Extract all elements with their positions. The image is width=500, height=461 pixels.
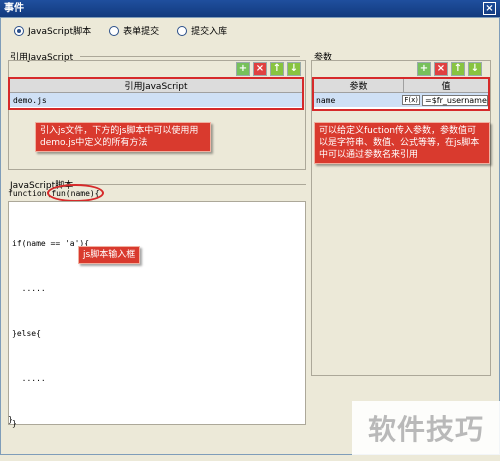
js-ref-toolbar: + × ↑ ↓ xyxy=(236,62,301,76)
radio-selected-icon xyxy=(14,25,24,36)
move-down-icon[interactable]: ↓ xyxy=(468,62,482,76)
radio-submit-db[interactable]: 提交入库 xyxy=(177,24,227,37)
script-code: if(name == 'a'){ ..... }else{ ..... } xyxy=(12,206,89,461)
js-ref-file: demo.js xyxy=(13,95,47,105)
add-icon[interactable]: + xyxy=(236,62,250,76)
params-callout: 可以给定义fuction传入参数，参数值可以是字符串、数值、公式等等，在js脚本… xyxy=(314,122,490,164)
radio-form-submit[interactable]: 表单提交 xyxy=(109,24,159,37)
js-ref-table: 引用JavaScript demo.js xyxy=(8,77,304,110)
window-title: 事件 xyxy=(4,3,24,14)
move-up-icon[interactable]: ↑ xyxy=(451,62,465,76)
params-col-value: 值 xyxy=(441,82,451,92)
radio-form-submit-label: 表单提交 xyxy=(123,27,160,37)
radio-empty-icon xyxy=(109,25,120,36)
radio-submit-db-label: 提交入库 xyxy=(191,27,228,37)
params-row[interactable]: name F(x) =$fr_username xyxy=(314,93,488,107)
js-ref-row[interactable]: demo.js xyxy=(10,93,302,107)
code-line: } xyxy=(12,419,17,428)
radio-javascript-label: JavaScript脚本 xyxy=(28,27,92,37)
watermark: 软件技巧 xyxy=(352,401,500,455)
event-type-radios: JavaScript脚本 表单提交 提交入库 xyxy=(14,24,227,37)
param-value-field[interactable]: =$fr_username xyxy=(422,94,488,106)
add-icon[interactable]: + xyxy=(417,62,431,76)
delete-icon[interactable]: × xyxy=(434,62,448,76)
params-table: 参数 值 name F(x) =$fr_username xyxy=(312,77,490,111)
code-line: ..... xyxy=(12,374,46,383)
js-ref-column-header: 引用JavaScript xyxy=(10,79,302,93)
script-closing-brace: } xyxy=(8,415,13,424)
param-name: name xyxy=(316,95,336,105)
delete-icon[interactable]: × xyxy=(253,62,267,76)
formula-button[interactable]: F(x) xyxy=(402,95,420,105)
close-icon[interactable]: × xyxy=(483,2,496,15)
js-ref-divider xyxy=(80,56,300,57)
script-callout: js脚本输入框 xyxy=(78,246,141,264)
params-header-row: 参数 值 xyxy=(314,79,488,93)
radio-javascript[interactable]: JavaScript脚本 xyxy=(14,24,91,37)
code-line: ..... xyxy=(12,284,46,293)
move-up-icon[interactable]: ↑ xyxy=(270,62,284,76)
move-down-icon[interactable]: ↓ xyxy=(287,62,301,76)
code-line: }else{ xyxy=(12,329,41,338)
script-editor[interactable]: if(name == 'a'){ ..... }else{ ..... } xyxy=(8,201,306,428)
signature-prefix: function( xyxy=(8,189,52,198)
window-title-bar: 事件 × xyxy=(0,0,500,17)
js-ref-callout: 引入js文件，下方的js脚本中可以使用用demo.js中定义的所有方法 xyxy=(35,122,211,152)
highlight-ellipse xyxy=(47,184,104,202)
script-divider xyxy=(80,184,306,185)
params-col-param: 参数 xyxy=(314,79,404,92)
radio-empty-icon xyxy=(177,25,188,36)
params-toolbar: + × ↑ ↓ xyxy=(417,62,482,76)
